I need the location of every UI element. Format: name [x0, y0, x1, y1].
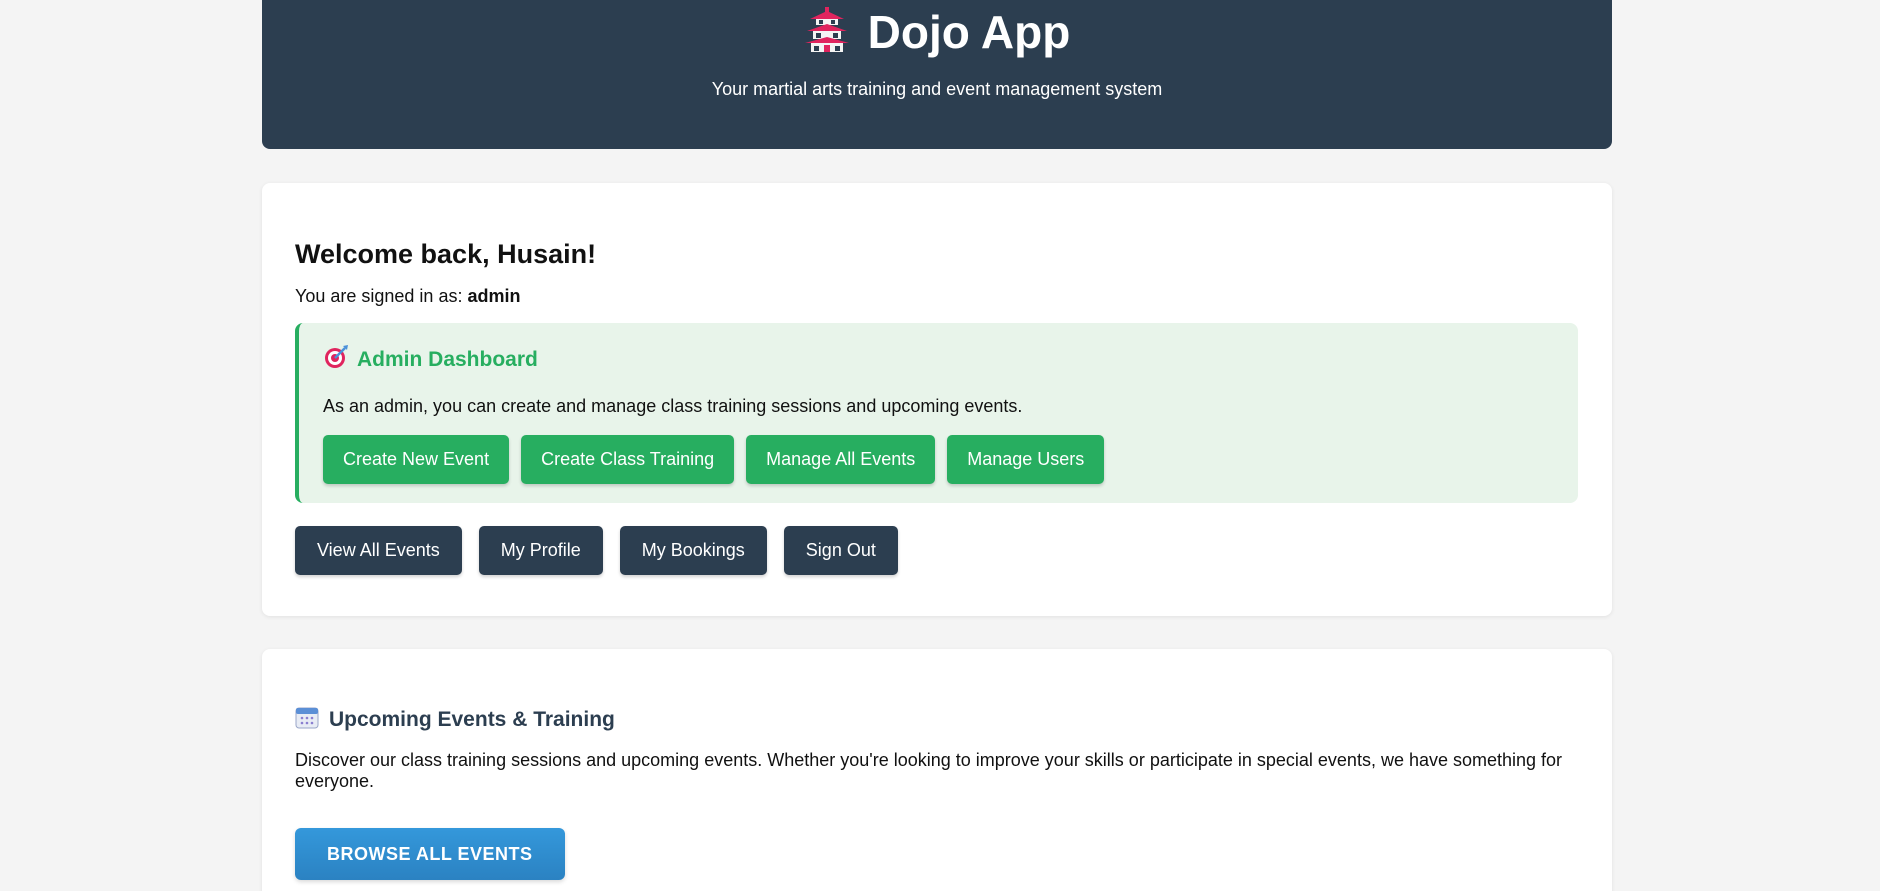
upcoming-events-card: Upcoming Events & Training Discover our …	[262, 649, 1612, 891]
signed-in-prefix: You are signed in as:	[295, 286, 463, 306]
admin-actions: Create New Event Create Class Training M…	[323, 435, 1554, 484]
pagoda-icon	[804, 6, 850, 58]
admin-dashboard-title: Admin Dashboard	[357, 348, 538, 371]
manage-users-button[interactable]: Manage Users	[947, 435, 1105, 484]
signed-in-text: You are signed in as: admin	[295, 286, 1578, 307]
page-container: Dojo App Your martial arts training and …	[262, 0, 1612, 891]
user-role: admin	[467, 286, 521, 306]
sign-out-button[interactable]: Sign Out	[783, 526, 898, 575]
events-section-title: Upcoming Events & Training	[329, 708, 615, 731]
view-all-events-button[interactable]: View All Events	[295, 526, 462, 575]
create-class-training-button[interactable]: Create Class Training	[521, 435, 735, 484]
app-subtitle: Your martial arts training and event man…	[711, 79, 1163, 99]
my-bookings-button[interactable]: My Bookings	[619, 526, 767, 575]
welcome-card: Welcome back, Husain! You are signed in …	[262, 183, 1612, 616]
browse-all-events-button[interactable]: BROWSE ALL EVENTS	[295, 828, 565, 880]
create-event-button[interactable]: Create New Event	[323, 435, 510, 484]
welcome-heading: Welcome back, Husain!	[295, 239, 597, 269]
my-profile-button[interactable]: My Profile	[478, 526, 603, 575]
admin-dashboard-title-row: Admin Dashboard	[323, 344, 1554, 376]
admin-dashboard-description: As an admin, you can create and manage c…	[323, 396, 1023, 416]
calendar-icon	[295, 705, 319, 735]
header-title-row: Dojo App	[262, 6, 1612, 58]
app-title: Dojo App	[867, 6, 1071, 58]
user-actions: View All Events My Profile My Bookings S…	[295, 526, 1578, 575]
events-title-row: Upcoming Events & Training	[295, 705, 1578, 735]
manage-events-button[interactable]: Manage All Events	[746, 435, 936, 484]
events-section-description: Discover our class training sessions and…	[295, 750, 1563, 791]
admin-dashboard-panel: Admin Dashboard As an admin, you can cre…	[295, 323, 1578, 503]
app-header: Dojo App Your martial arts training and …	[262, 0, 1612, 149]
target-icon	[323, 344, 349, 376]
